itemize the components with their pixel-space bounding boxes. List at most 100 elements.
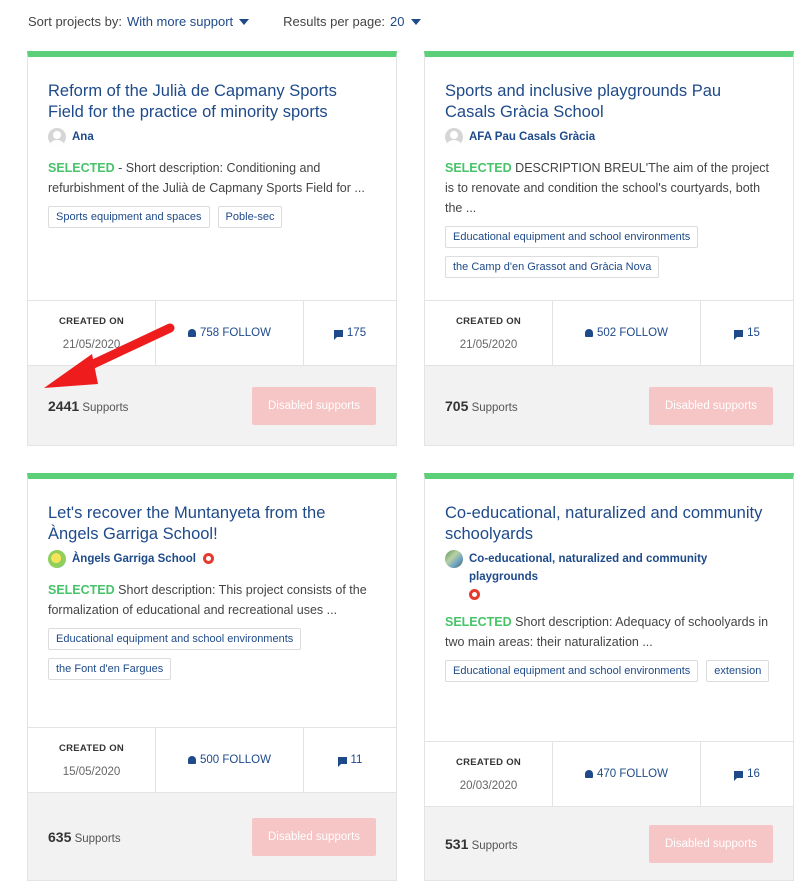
comments-link[interactable]: 15 xyxy=(734,327,760,340)
selected-status: SELECTED xyxy=(445,615,512,629)
sort-label: Sort projects by: xyxy=(28,14,122,29)
follow-button[interactable]: 500 FOLLOW xyxy=(188,754,271,766)
follow-count: 502 FOLLOW xyxy=(597,327,668,339)
tag[interactable]: extension xyxy=(706,660,770,682)
author-name: Àngels Garriga School xyxy=(72,553,196,565)
tag[interactable]: Sports equipment and spaces xyxy=(48,206,210,228)
project-description: SELECTED Short description: Adequacy of … xyxy=(445,612,773,652)
supports-number: 2441 xyxy=(48,397,80,414)
caret-down-icon xyxy=(239,18,250,25)
comments-link[interactable]: 11 xyxy=(337,754,362,767)
author-name: Co-educational, naturalized and communit… xyxy=(469,553,708,583)
sort-control: Sort projects by: With more support xyxy=(28,14,250,29)
project-title[interactable]: Sports and inclusive playgrounds Pau Cas… xyxy=(445,81,773,123)
verified-badge-icon xyxy=(203,553,215,565)
tag[interactable]: the Font d'en Fargues xyxy=(48,658,172,680)
comments-cell: 11 xyxy=(304,728,396,792)
disabled-supports-button[interactable]: Disabled supports xyxy=(252,386,376,425)
comments-link[interactable]: 16 xyxy=(734,768,760,781)
tag-list: Educational equipment and school environ… xyxy=(48,628,376,680)
bell-icon xyxy=(188,756,197,764)
project-card: Co-educational, naturalized and communit… xyxy=(424,473,794,881)
disabled-supports-button[interactable]: Disabled supports xyxy=(649,386,773,425)
sort-dropdown[interactable]: With more support xyxy=(126,14,250,29)
supports-count: 705 Supports xyxy=(445,398,518,414)
follow-count: 758 FOLLOW xyxy=(200,327,271,339)
results-per-page-label: Results per page: xyxy=(283,14,386,29)
follow-button[interactable]: 502 FOLLOW xyxy=(585,327,668,339)
card-body: Let's recover the Muntanyeta from the Àn… xyxy=(28,479,396,727)
tag[interactable]: Poble-sec xyxy=(217,206,283,228)
created-on-date: 20/03/2020 xyxy=(459,779,518,792)
results-per-page-value: 20 xyxy=(390,14,405,29)
author-name: AFA Pau Casals Gràcia xyxy=(469,131,596,143)
disabled-supports-button[interactable]: Disabled supports xyxy=(252,817,376,856)
follow-cell: 500 FOLLOW xyxy=(156,728,304,792)
supports-label: Supports xyxy=(471,401,518,414)
comment-count: 175 xyxy=(346,327,367,339)
bell-icon xyxy=(188,329,197,337)
annotation-arrow-icon xyxy=(44,323,175,388)
comment-icon xyxy=(337,756,347,767)
tag[interactable]: Educational equipment and school environ… xyxy=(48,628,302,650)
card-body: Reform of the Julià de Capmany Sports Fi… xyxy=(28,57,396,300)
comments-link[interactable]: 175 xyxy=(333,327,367,340)
project-description: SELECTED - Short description: Conditioni… xyxy=(48,158,376,198)
follow-button[interactable]: 470 FOLLOW xyxy=(585,768,668,780)
tag[interactable]: Educational equipment and school environ… xyxy=(445,660,699,682)
avatar xyxy=(48,550,66,568)
project-description: SELECTED DESCRIPTION BREUL'The aim of th… xyxy=(445,158,773,218)
comment-icon xyxy=(333,329,343,340)
caret-down-icon xyxy=(410,18,421,25)
project-author[interactable]: Ana xyxy=(48,128,376,146)
card-footer: 705 Supports Disabled supports xyxy=(425,365,793,445)
tag-list: Educational equipment and school environ… xyxy=(445,660,773,682)
project-author[interactable]: AFA Pau Casals Gràcia xyxy=(445,128,773,146)
selected-status: SELECTED xyxy=(48,583,115,597)
sort-value: With more support xyxy=(126,14,234,29)
supports-label: Supports xyxy=(471,839,518,852)
author-name: Ana xyxy=(72,131,94,143)
avatar xyxy=(445,128,463,146)
verified-badge-icon xyxy=(469,589,480,601)
tag-list: Educational equipment and school environ… xyxy=(445,226,773,278)
project-title[interactable]: Co-educational, naturalized and communit… xyxy=(445,503,773,545)
supports-count: 531 Supports xyxy=(445,836,518,852)
results-per-page-control: Results per page: 20 xyxy=(283,14,421,29)
author-name-wrap: Co-educational, naturalized and communit… xyxy=(469,550,773,604)
comments-cell: 16 xyxy=(701,742,793,806)
project-author[interactable]: Co-educational, naturalized and communit… xyxy=(445,550,773,604)
follow-button[interactable]: 758 FOLLOW xyxy=(188,327,271,339)
results-toolbar: Sort projects by: With more support Resu… xyxy=(28,14,421,29)
supports-number: 531 xyxy=(445,835,469,852)
comment-icon xyxy=(734,770,744,781)
project-card: Sports and inclusive playgrounds Pau Cas… xyxy=(424,51,794,446)
tag[interactable]: Educational equipment and school environ… xyxy=(445,226,699,248)
created-on: CREATED ON 21/05/2020 xyxy=(425,301,553,365)
card-body: Sports and inclusive playgrounds Pau Cas… xyxy=(425,57,793,300)
created-on: CREATED ON 20/03/2020 xyxy=(425,742,553,806)
supports-number: 705 xyxy=(445,397,469,414)
follow-count: 470 FOLLOW xyxy=(597,768,668,780)
supports-number: 635 xyxy=(48,828,72,845)
comments-cell: 175 xyxy=(304,301,396,365)
created-on-date: 15/05/2020 xyxy=(62,765,121,778)
tag[interactable]: the Camp d'en Grassot and Gràcia Nova xyxy=(445,256,660,278)
supports-label: Supports xyxy=(82,401,129,414)
card-body: Co-educational, naturalized and communit… xyxy=(425,479,793,741)
project-description: SELECTED Short description: This project… xyxy=(48,580,376,620)
created-on-label: CREATED ON xyxy=(58,742,125,754)
project-card: Let's recover the Muntanyeta from the Àn… xyxy=(27,473,397,881)
bell-icon xyxy=(585,770,594,778)
project-title[interactable]: Let's recover the Muntanyeta from the Àn… xyxy=(48,503,376,545)
tag-list: Sports equipment and spaces Poble-sec xyxy=(48,206,376,228)
results-per-page-dropdown[interactable]: 20 xyxy=(390,14,421,29)
project-title[interactable]: Reform of the Julià de Capmany Sports Fi… xyxy=(48,81,376,123)
comments-cell: 15 xyxy=(701,301,793,365)
card-footer: 635 Supports Disabled supports xyxy=(28,792,396,880)
comment-count: 16 xyxy=(747,768,760,780)
supports-label: Supports xyxy=(74,832,121,845)
comment-count: 15 xyxy=(747,327,760,339)
disabled-supports-button[interactable]: Disabled supports xyxy=(649,824,773,863)
project-author[interactable]: Àngels Garriga School xyxy=(48,550,376,568)
